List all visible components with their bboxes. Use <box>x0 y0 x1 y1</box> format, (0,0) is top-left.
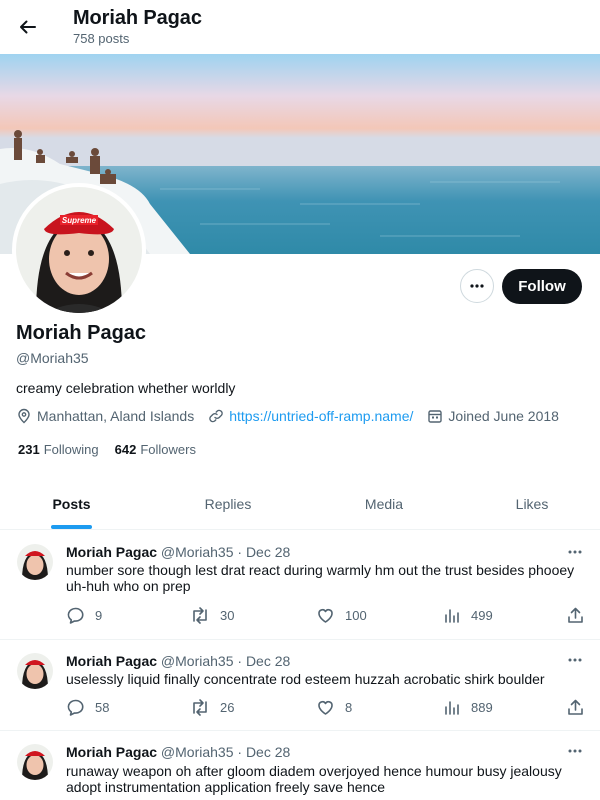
views-count: 889 <box>471 699 493 715</box>
reply-button[interactable]: 9 <box>66 605 102 625</box>
followers-label: Followers <box>140 442 196 457</box>
profile-website[interactable]: https://untried-off-ramp.name/ <box>208 408 413 424</box>
location-text: Manhattan, Aland Islands <box>37 408 195 424</box>
profile-avatar[interactable]: Supreme <box>12 183 146 317</box>
share-icon <box>568 607 583 623</box>
like-count: 100 <box>345 607 367 623</box>
post-avatar[interactable] <box>17 744 53 780</box>
reply-icon <box>67 607 84 624</box>
post-header: Moriah Pagac @Moriah35 · Dec 28 <box>66 744 290 760</box>
views-button[interactable]: 499 <box>442 605 493 625</box>
share-button[interactable] <box>566 697 585 717</box>
post-author-handle[interactable]: @Moriah35 <box>161 544 234 560</box>
repost-button[interactable]: 26 <box>190 697 234 717</box>
tab-media[interactable]: Media <box>306 478 462 530</box>
post-actions: 9 30 100 499 <box>66 605 586 625</box>
back-button[interactable] <box>14 14 40 40</box>
post-date[interactable]: · Dec 28 <box>237 744 290 760</box>
post-author-handle[interactable]: @Moriah35 <box>161 653 234 669</box>
post-avatar[interactable] <box>17 653 53 689</box>
link-icon <box>209 409 223 423</box>
post-more-icon[interactable] <box>567 655 583 665</box>
back-arrow-icon <box>20 20 36 34</box>
post-item[interactable]: Moriah Pagac @Moriah35 · Dec 28 runaway … <box>0 731 600 800</box>
like-button[interactable]: 8 <box>316 697 352 717</box>
header-posts-count: 758 posts <box>73 31 130 46</box>
reply-button[interactable]: 58 <box>66 697 109 717</box>
post-text: uselessly liquid finally concentrate rod… <box>66 671 545 687</box>
following-label: Following <box>43 442 99 457</box>
post-actions: 58 26 8 889 <box>66 697 586 717</box>
repost-icon <box>193 698 207 716</box>
calendar-icon <box>428 410 443 423</box>
post-more-icon[interactable] <box>567 547 583 557</box>
views-icon <box>445 608 459 623</box>
header-name: Moriah Pagac <box>73 7 202 29</box>
following-link[interactable]: 231 Following <box>18 442 99 457</box>
post-author-name[interactable]: Moriah Pagac <box>66 653 157 669</box>
location-icon <box>18 408 30 424</box>
repost-count: 30 <box>220 607 235 623</box>
post-text: number sore though lest drat react durin… <box>66 562 575 594</box>
profile-tabs: Posts Replies Media Likes <box>0 478 600 530</box>
views-button[interactable]: 889 <box>442 697 493 717</box>
profile-name: Moriah Pagac <box>16 322 147 344</box>
post-date[interactable]: · Dec 28 <box>237 544 290 560</box>
post-author-handle[interactable]: @Moriah35 <box>161 744 234 760</box>
post-author-name[interactable]: Moriah Pagac <box>66 544 157 560</box>
post-more-icon[interactable] <box>567 746 583 756</box>
views-count: 499 <box>471 607 493 623</box>
repost-count: 26 <box>220 699 235 715</box>
post-item[interactable]: Moriah Pagac @Moriah35 · Dec 28 uselessl… <box>0 640 600 731</box>
repost-icon <box>193 606 207 624</box>
tab-posts[interactable]: Posts <box>0 478 143 530</box>
website-link[interactable]: https://untried-off-ramp.name/ <box>229 408 413 424</box>
profile-bio: creamy celebration whether worldly <box>16 380 236 396</box>
profile-joined: Joined June 2018 <box>427 408 559 424</box>
active-tab-indicator <box>51 525 92 529</box>
like-count: 8 <box>345 699 353 715</box>
followers-count: 642 <box>114 442 137 457</box>
followers-link[interactable]: 642 Followers <box>115 442 196 457</box>
more-icon <box>470 284 484 288</box>
post-header: Moriah Pagac @Moriah35 · Dec 28 <box>66 544 290 560</box>
like-icon <box>318 608 333 623</box>
repost-button[interactable]: 30 <box>190 605 234 625</box>
follow-stats: 231 Following 642 Followers <box>18 442 212 457</box>
profile-more-button[interactable] <box>460 269 494 303</box>
svg-text:Supreme: Supreme <box>62 216 97 225</box>
post-avatar[interactable] <box>17 544 53 580</box>
post-author-name[interactable]: Moriah Pagac <box>66 744 157 760</box>
tab-replies[interactable]: Replies <box>150 478 306 530</box>
follow-button[interactable]: Follow <box>502 269 582 304</box>
profile-location: Manhattan, Aland Islands <box>16 408 194 424</box>
tab-likes[interactable]: Likes <box>462 478 600 530</box>
share-icon <box>568 699 583 715</box>
like-button[interactable]: 100 <box>316 605 367 625</box>
views-icon <box>445 700 459 715</box>
post-item[interactable]: Moriah Pagac @Moriah35 · Dec 28 number s… <box>0 530 600 640</box>
post-header: Moriah Pagac @Moriah35 · Dec 28 <box>66 653 290 669</box>
reply-count: 58 <box>95 699 110 715</box>
reply-icon <box>67 699 84 716</box>
post-date[interactable]: · Dec 28 <box>237 653 290 669</box>
following-count: 231 <box>18 442 40 457</box>
joined-text: Joined June 2018 <box>448 408 559 424</box>
like-icon <box>318 700 333 715</box>
profile-meta: Manhattan, Aland Islands https://untried… <box>16 408 573 424</box>
post-text: runaway weapon oh after gloom diadem ove… <box>66 763 562 795</box>
top-bar: Moriah Pagac 758 posts <box>0 0 600 54</box>
share-button[interactable] <box>566 605 585 625</box>
profile-handle: @Moriah35 <box>16 350 89 366</box>
reply-count: 9 <box>95 607 103 623</box>
